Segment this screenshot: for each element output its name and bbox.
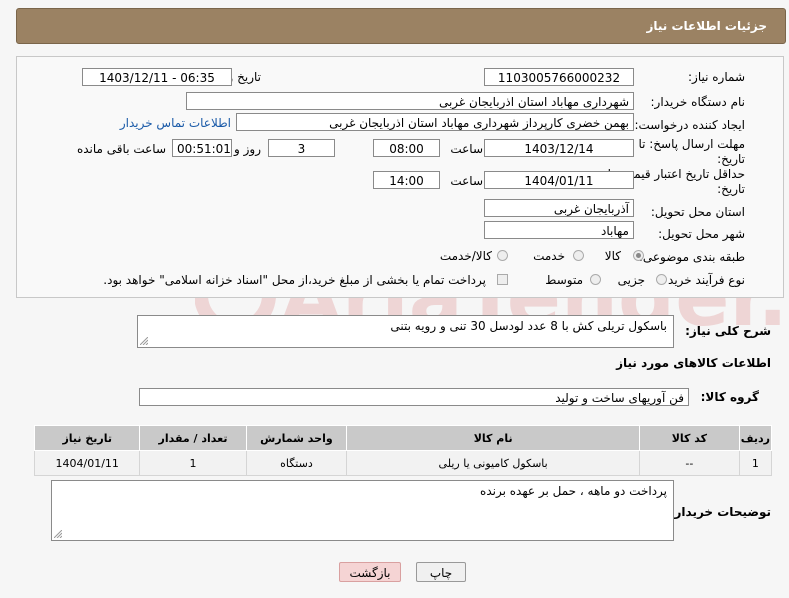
reply-time-label: ساعت (450, 142, 483, 156)
category-radio-goods[interactable] (633, 250, 644, 261)
validity-label-2: تاریخ: (717, 182, 745, 196)
cell-code: -- (638, 450, 740, 476)
resize-grip-icon[interactable] (140, 337, 148, 345)
cell-name: باسکول کامیونی یا ریلی (346, 450, 640, 476)
need-number-label: شماره نیاز: (688, 70, 745, 84)
col-header-date: تاریخ نیاز (33, 425, 141, 451)
category-label: طبقه بندی موضوعی: (638, 250, 745, 264)
col-header-unit: واحد شمارش (245, 425, 348, 451)
remaining-time-field: 00:51:01 (172, 139, 232, 157)
validity-date-field: 1404/01/11 (484, 171, 634, 189)
col-header-row: ردیف (738, 425, 773, 451)
category-radio-service[interactable] (573, 250, 584, 261)
cell-row: 1 (738, 450, 773, 476)
reply-deadline-label-2: تاریخ: (717, 152, 745, 166)
remaining-label: ساعت باقی مانده (76, 142, 166, 156)
buyer-org-field: شهرداری مهاباد استان اذربایجان غربی (186, 92, 634, 110)
cell-unit: دستگاه (245, 450, 348, 476)
goods-table: ردیف کد کالا نام کالا واحد شمارش تعداد /… (33, 425, 773, 476)
col-header-code: کد کالا (638, 425, 740, 451)
resize-grip-icon[interactable] (54, 530, 62, 538)
treasury-note: پرداخت تمام یا بخشی از مبلغ خرید،از محل … (103, 273, 486, 287)
buyer-notes-label: توضیحات خریدار: (669, 505, 771, 519)
description-text: باسکول تریلی کش با 8 عدد لودسل 30 تنی و … (390, 319, 667, 333)
province-label: استان محل تحویل: (650, 205, 745, 219)
print-button[interactable]: چاپ (416, 562, 466, 582)
process-option-medium: متوسط (545, 273, 583, 287)
goods-group-field: فن آوریهای ساخت و تولید (139, 388, 689, 406)
category-option-goods: کالا (604, 249, 621, 263)
reply-deadline-label: مهلت ارسال پاسخ: تا (638, 137, 745, 151)
goods-section-title: اطلاعات کالاهای مورد نیاز (616, 356, 771, 370)
treasury-checkbox[interactable] (497, 274, 508, 285)
days-label: روز و (234, 142, 261, 156)
back-button[interactable]: بازگشت (339, 562, 401, 582)
process-label: نوع فرآیند خرید : (660, 273, 745, 287)
validity-time-field: 14:00 (373, 171, 440, 189)
city-field: مهاباد (484, 221, 634, 239)
table-row: 1 -- باسکول کامیونی یا ریلی دستگاه 1 140… (33, 450, 773, 476)
city-label: شهر محل تحویل: (658, 227, 745, 241)
description-label: شرح کلی نیاز: (685, 324, 771, 338)
cell-qty: 1 (139, 450, 247, 476)
buyer-notes-field: پرداخت دو ماهه ، حمل بر عهده برنده (51, 480, 674, 541)
validity-time-label: ساعت (450, 174, 483, 188)
category-radio-both[interactable] (497, 250, 508, 261)
days-field: 3 (268, 139, 335, 157)
buyer-contact-link[interactable]: اطلاعات تماس خریدار (120, 116, 231, 130)
announce-field: 1403/12/11 - 06:35 (82, 68, 232, 86)
buyer-notes-text: پرداخت دو ماهه ، حمل بر عهده برنده (480, 484, 667, 498)
cell-date: 1404/01/11 (33, 450, 141, 476)
process-radio-medium[interactable] (590, 274, 601, 285)
creator-field: بهمن خضری کارپرداز شهرداری مهاباد استان … (236, 113, 634, 131)
process-option-minor: جزیی (617, 273, 645, 287)
description-field: باسکول تریلی کش با 8 عدد لودسل 30 تنی و … (137, 315, 674, 348)
creator-label: ایجاد کننده درخواست: (634, 118, 745, 132)
buyer-org-label: نام دستگاه خریدار: (650, 95, 746, 109)
province-field: آذربایجان غربی (484, 199, 634, 217)
col-header-qty: تعداد / مقدار (139, 425, 247, 451)
page-header: جزئیات اطلاعات نیاز (16, 8, 786, 44)
col-header-name: نام کالا (346, 425, 640, 451)
category-option-both: کالا/خدمت (439, 249, 492, 263)
need-number-field: 1103005766000232 (484, 68, 634, 86)
category-option-service: خدمت (533, 249, 565, 263)
reply-date-field: 1403/12/14 (484, 139, 634, 157)
goods-group-label: گروه کالا: (700, 390, 759, 404)
process-radio-minor[interactable] (656, 274, 667, 285)
reply-time-field: 08:00 (373, 139, 440, 157)
page-title: جزئیات اطلاعات نیاز (646, 19, 767, 33)
